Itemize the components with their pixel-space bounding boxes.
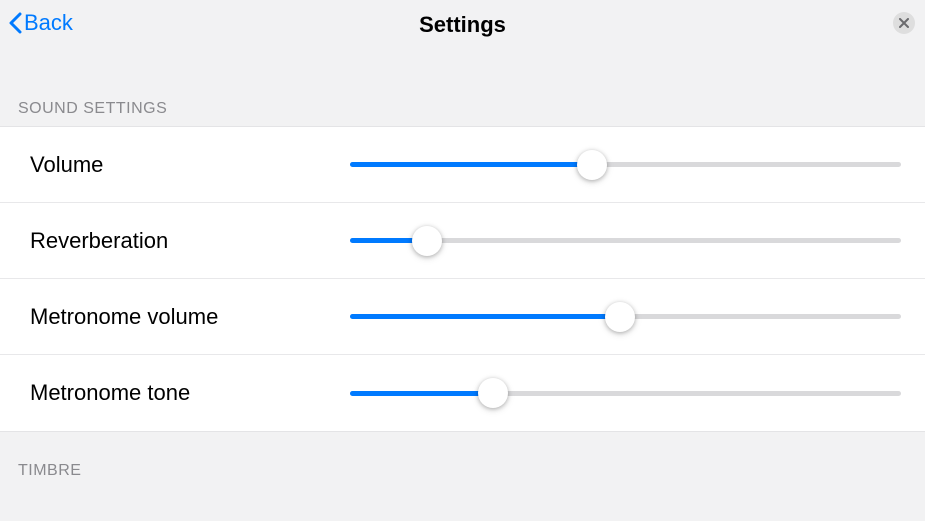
label-volume: Volume xyxy=(30,152,350,178)
row-metronome-volume: Metronome volume xyxy=(0,279,925,355)
section-header-timbre: Timbre xyxy=(0,432,925,488)
slider-thumb[interactable] xyxy=(478,378,508,408)
slider-metronome-tone[interactable] xyxy=(350,378,901,408)
label-metronome-volume: Metronome volume xyxy=(30,304,350,330)
header: Back Settings xyxy=(0,0,925,50)
label-reverberation: Reverberation xyxy=(30,228,350,254)
slider-thumb[interactable] xyxy=(605,302,635,332)
section-header-sound: Sound Settings xyxy=(0,50,925,126)
slider-volume[interactable] xyxy=(350,150,901,180)
row-metronome-tone: Metronome tone xyxy=(0,355,925,431)
slider-reverberation[interactable] xyxy=(350,226,901,256)
back-label: Back xyxy=(24,10,73,36)
slider-thumb[interactable] xyxy=(577,150,607,180)
row-volume: Volume xyxy=(0,127,925,203)
close-button[interactable] xyxy=(893,12,915,34)
label-metronome-tone: Metronome tone xyxy=(30,380,350,406)
chevron-left-icon xyxy=(8,12,22,34)
slider-thumb[interactable] xyxy=(412,226,442,256)
page-title: Settings xyxy=(419,12,506,38)
slider-fill xyxy=(350,162,592,167)
slider-metronome-volume[interactable] xyxy=(350,302,901,332)
sound-settings-list: Volume Reverberation Metronome volume Me… xyxy=(0,126,925,432)
slider-fill xyxy=(350,391,493,396)
back-button[interactable]: Back xyxy=(8,10,73,36)
slider-fill xyxy=(350,314,620,319)
row-reverberation: Reverberation xyxy=(0,203,925,279)
close-icon xyxy=(899,15,909,31)
